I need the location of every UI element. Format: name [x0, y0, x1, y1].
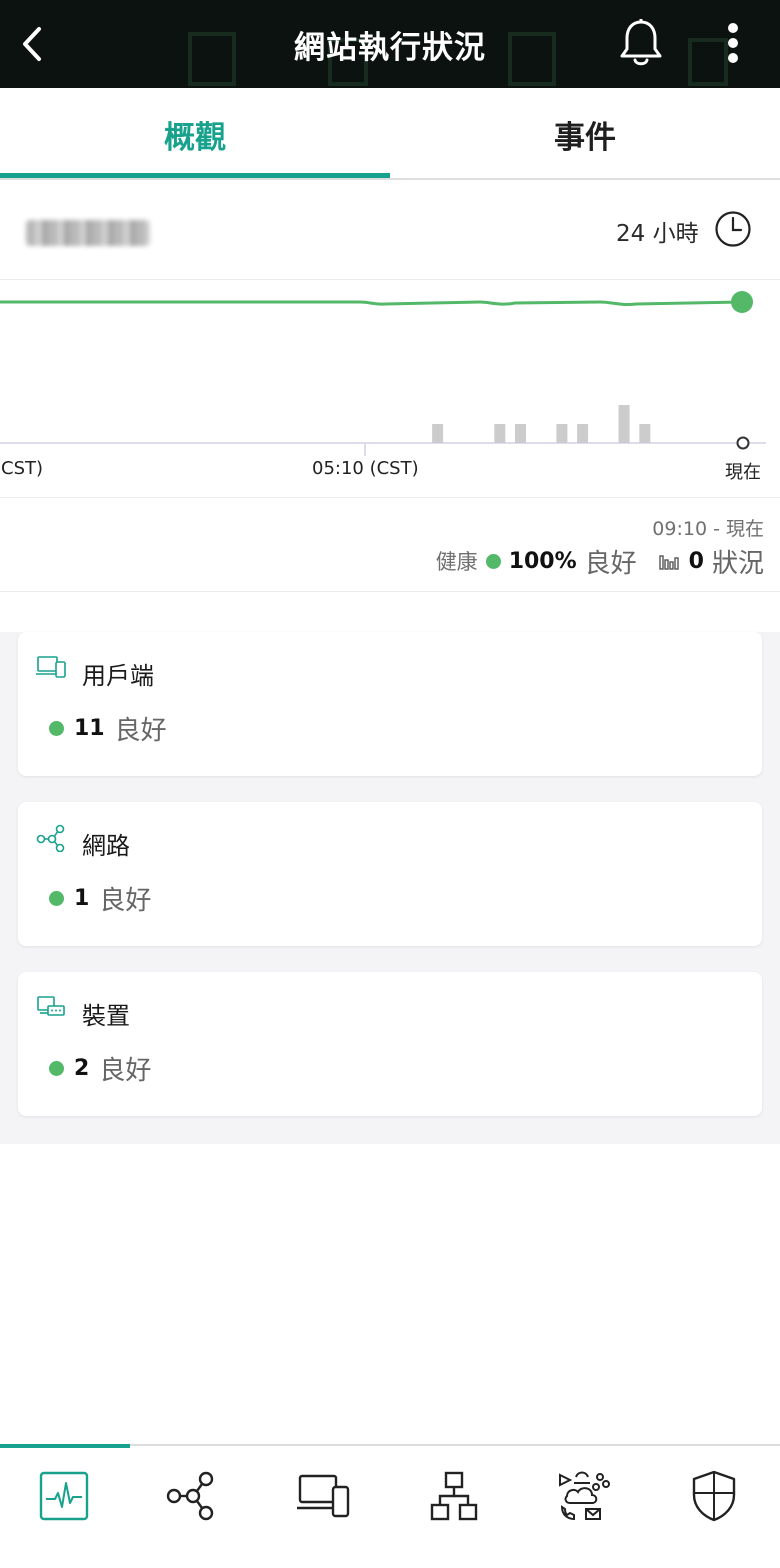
health-pulse-icon — [39, 1471, 89, 1521]
event-bar — [494, 424, 506, 443]
status-dot — [485, 553, 501, 569]
clock-icon[interactable] — [714, 210, 752, 248]
bottom-navigation — [0, 1444, 780, 1568]
summary-time-range: 09:10 - 現在 — [652, 518, 764, 540]
nav-network[interactable] — [160, 1466, 220, 1526]
devices-icon — [37, 996, 65, 1016]
issues-word: 狀況 — [711, 548, 764, 579]
event-bar — [639, 424, 651, 443]
card-status: 11 良好 — [49, 710, 167, 747]
active-tab-indicator — [0, 173, 390, 178]
time-range-label: 24 小時 — [616, 221, 699, 247]
hierarchy-icon — [430, 1471, 478, 1521]
network-topology-icon — [166, 1471, 214, 1521]
x-tick-label: 現在 — [725, 462, 761, 483]
event-bar — [515, 424, 526, 443]
event-bar — [556, 424, 568, 443]
status-dot — [49, 1061, 64, 1076]
site-row: 24 小時 — [0, 182, 780, 280]
tab-overview[interactable]: 概觀 — [0, 88, 390, 180]
health-summary: 09:10 - 現在 健康 100% 良好 0 狀況 — [0, 498, 780, 592]
card-devices[interactable]: 裝置 2 良好 — [18, 972, 762, 1116]
nav-applications[interactable] — [554, 1466, 614, 1526]
card-count: 1 — [74, 886, 90, 911]
tab-bar: 概觀 事件 — [0, 88, 780, 180]
card-status-word: 良好 — [99, 1056, 152, 1086]
card-status-word: 良好 — [114, 716, 167, 746]
card-count: 2 — [74, 1056, 90, 1081]
health-line — [0, 300, 743, 307]
health-status-row: 健康 100% 良好 0 狀況 — [435, 544, 764, 579]
site-name-redacted — [26, 220, 150, 246]
card-title: 用戶端 — [82, 662, 154, 690]
more-vertical-icon — [728, 23, 738, 63]
nav-active-indicator — [0, 1444, 130, 1448]
card-status: 1 良好 — [49, 880, 151, 917]
health-chart: (CST) 05:10 (CST) 現在 — [0, 280, 780, 498]
health-label: 健康 — [435, 550, 478, 574]
bar-chart-icon — [658, 555, 679, 570]
now-marker — [736, 436, 750, 450]
tab-events[interactable]: 事件 — [390, 88, 780, 180]
network-icon — [36, 824, 65, 852]
event-bar — [618, 405, 630, 443]
x-tick-label: (CST) — [0, 458, 44, 479]
event-bar — [432, 424, 444, 443]
card-count: 11 — [74, 716, 105, 741]
card-network[interactable]: 網路 1 良好 — [18, 802, 762, 946]
event-bar — [577, 424, 589, 443]
applications-icon — [559, 1471, 610, 1521]
more-options-button[interactable] — [716, 18, 750, 68]
card-status: 2 良好 — [49, 1050, 151, 1087]
card-clients[interactable]: 用戶端 11 良好 — [18, 632, 762, 776]
status-dot — [49, 891, 64, 906]
app-header: 網站執行狀況 — [0, 0, 780, 88]
nav-devices[interactable] — [294, 1466, 354, 1526]
health-word: 良好 — [584, 548, 637, 579]
card-title: 裝置 — [82, 1002, 130, 1030]
health-value: 100% — [508, 548, 577, 574]
status-dot — [49, 721, 64, 736]
clients-icon — [36, 656, 66, 678]
category-cards: 用戶端 11 良好 網路 1 良好 裝置 2 良好 — [0, 632, 780, 1144]
bell-icon — [620, 19, 662, 66]
card-status-word: 良好 — [99, 886, 152, 916]
issues-value: 0 — [688, 548, 704, 574]
health-line-endpoint — [731, 291, 753, 313]
x-tick-label: 05:10 (CST) — [312, 458, 419, 479]
devices-icon — [297, 1474, 350, 1518]
nav-security[interactable] — [684, 1466, 744, 1526]
nav-health[interactable] — [34, 1466, 94, 1526]
notifications-button[interactable] — [614, 16, 668, 70]
nav-hierarchy[interactable] — [424, 1466, 484, 1526]
card-title: 網路 — [82, 832, 130, 860]
security-shield-icon — [692, 1470, 736, 1522]
